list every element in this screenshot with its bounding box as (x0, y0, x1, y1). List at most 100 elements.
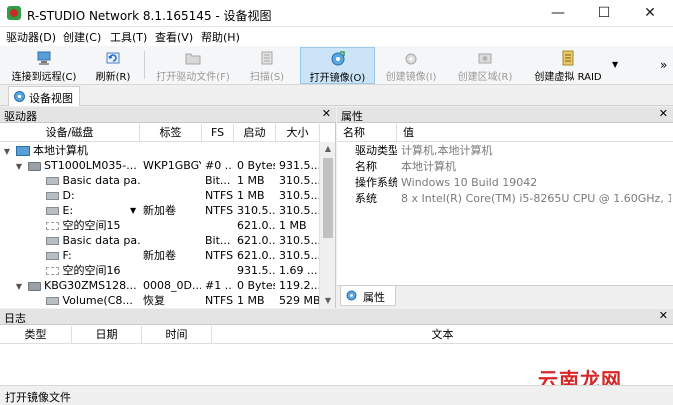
raid-icon (562, 50, 574, 66)
close-button[interactable]: ✕ (627, 0, 673, 27)
status-bar: 打开镜像文件 (0, 385, 673, 405)
row-size: 931.5... (279, 159, 319, 172)
tree-row-drive-f[interactable]: F: 新加卷 NTFS 621.0... 310.5... (0, 248, 320, 263)
partition-icon (46, 237, 59, 245)
menu-create[interactable]: 创建(C) (63, 29, 101, 45)
connect-remote-button[interactable]: 连接到远程(C) (4, 47, 84, 84)
col-prop-name[interactable]: 名称 (337, 124, 397, 142)
row-size: 1 MB (279, 219, 307, 232)
row-fs: #0 ... (205, 159, 233, 172)
create-image-icon (405, 53, 417, 65)
tree-row-empty-space-16[interactable]: 空的空间16 931.5... 1.69 ... (0, 263, 320, 278)
log-pane-title: 日志 (4, 312, 26, 325)
drives-pane: 驱动器 ✕ 设备/磁盘 标签 FS 启动 大小 ▼ 本地计算机 ▼ ST1000… (0, 107, 336, 308)
partition-icon (46, 177, 59, 185)
col-log-type[interactable]: 类型 (0, 326, 72, 344)
close-icon[interactable]: ✕ (322, 107, 331, 120)
create-region-button[interactable]: 创建区域(R) (452, 47, 518, 84)
col-start[interactable]: 启动 (234, 124, 276, 142)
properties-pane-header: 属性 ✕ (337, 107, 673, 123)
drives-scrollbar[interactable]: ▲ ▼ (319, 142, 335, 308)
tree-row-volume[interactable]: Volume(C8... 恢复 NTFS 1 MB 529 MB (0, 293, 320, 308)
document-tab-strip: 设备视图 (0, 85, 673, 106)
menu-help[interactable]: 帮助(H) (201, 29, 240, 45)
title-bar: R-STUDIO Network 8.1.165145 - 设备视图 — ☐ ✕ (0, 0, 673, 27)
prop-row-os[interactable]: 操作系统 Windows 10 Build 19042 (337, 175, 673, 190)
tree-row-local-computer[interactable]: ▼ 本地计算机 (0, 143, 320, 158)
create-region-label: 创建区域(R) (457, 72, 513, 83)
prop-name: 操作系统 (355, 176, 397, 189)
prop-name: 驱动类型 (355, 144, 397, 157)
scroll-up-icon[interactable]: ▲ (320, 142, 336, 156)
row-size: 1.69 ... (279, 264, 318, 277)
col-prop-value[interactable]: 值 (397, 124, 673, 142)
menu-view[interactable]: 查看(V) (155, 29, 193, 45)
tree-row-partition[interactable]: Basic data pa... Bit... 621.0... 310.5..… (0, 233, 320, 248)
raid-dropdown-icon[interactable]: ▼ (612, 60, 618, 69)
hard-disk-icon (27, 281, 41, 291)
row-name: Volume(C8... (62, 294, 133, 307)
tab-device-view[interactable]: 设备视图 (8, 86, 80, 106)
menu-bar: 驱动器(D) 创建(C) 工具(T) 查看(V) 帮助(H) (0, 27, 673, 46)
row-size: 310.5... (279, 234, 319, 247)
refresh-label: 刷新(R) (95, 72, 131, 83)
properties-pane-title: 属性 (341, 110, 363, 123)
tree-row-drive-e[interactable]: E: ▼ 新加卷 NTFS 310.5... 310.5... (0, 203, 320, 218)
tree-row-empty-space-15[interactable]: 空的空间15 621.0... 1 MB (0, 218, 320, 233)
scroll-thumb[interactable] (323, 158, 333, 238)
row-fs: Bit... (205, 234, 231, 247)
maximize-button[interactable]: ☐ (581, 0, 627, 27)
col-fs[interactable]: FS (202, 124, 234, 142)
tree-row-drive-d[interactable]: D: NTFS 1 MB 310.5... (0, 188, 320, 203)
prop-value: Windows 10 Build 19042 (401, 176, 538, 189)
dropdown-arrow-icon[interactable]: ▼ (130, 203, 140, 218)
close-icon[interactable]: ✕ (659, 309, 668, 322)
minimize-button[interactable]: — (535, 0, 581, 27)
refresh-button[interactable]: 刷新(R) (88, 47, 138, 84)
tab-properties[interactable]: 属性 (340, 286, 396, 306)
col-log-time[interactable]: 时间 (142, 326, 212, 344)
tree-row-disk-kbg30[interactable]: ▼ KBG30ZMS128... 0008_0D... #1 ... 0 Byt… (0, 278, 320, 293)
refresh-icon (106, 52, 120, 64)
close-icon[interactable]: ✕ (659, 107, 668, 120)
menu-drives[interactable]: 驱动器(D) (6, 29, 56, 45)
row-start: 1 MB (237, 294, 265, 307)
row-size: 119.2... (279, 279, 319, 292)
row-fs: NTFS (205, 204, 233, 217)
create-image-button[interactable]: 创建镜像(I) (378, 47, 444, 84)
open-image-button[interactable]: 打开镜像(O) (300, 47, 375, 84)
tree-row-partition[interactable]: Basic data pa... Bit... 1 MB 310.5... (0, 173, 320, 188)
col-log-date[interactable]: 日期 (72, 326, 142, 344)
prop-value: 8 x Intel(R) Core(TM) i5-8265U CPU @ 1.6… (401, 192, 671, 205)
row-size: 529 MB (279, 294, 319, 307)
menu-tools[interactable]: 工具(T) (110, 29, 147, 45)
col-size[interactable]: 大小 (276, 124, 320, 142)
col-log-text[interactable]: 文本 (212, 326, 673, 344)
col-label[interactable]: 标签 (140, 124, 202, 142)
collapse-icon[interactable]: ▼ (2, 144, 12, 158)
collapse-icon[interactable]: ▼ (14, 279, 24, 293)
toolbar-overflow-button[interactable]: » (660, 58, 667, 72)
open-drive-files-button[interactable]: 打开驱动文件(F) (150, 47, 236, 84)
row-name: KBG30ZMS128... (44, 279, 137, 292)
prop-row-system[interactable]: 系统 8 x Intel(R) Core(TM) i5-8265U CPU @ … (337, 191, 673, 206)
prop-value: 计算机,本地计算机 (401, 144, 493, 157)
toolbar-separator (144, 51, 145, 79)
col-device[interactable]: 设备/磁盘 (0, 124, 140, 142)
properties-tab-strip: 属性 (337, 285, 673, 308)
prop-row-name[interactable]: 名称 本地计算机 (337, 159, 673, 174)
row-name: D: (62, 189, 75, 202)
status-text: 打开镜像文件 (5, 391, 71, 404)
tree-row-disk-st1000[interactable]: ▼ ST1000LM035-... WKP1GBGY #0 ... 0 Byte… (0, 158, 320, 173)
create-raid-label: 创建虚拟 RAID (534, 72, 602, 83)
window-title: R-STUDIO Network 8.1.165145 - 设备视图 (27, 9, 272, 23)
scroll-down-icon[interactable]: ▼ (320, 294, 336, 308)
partition-icon (46, 252, 59, 260)
create-raid-button[interactable]: 创建虚拟 RAID (528, 47, 608, 84)
prop-row-drive-type[interactable]: 驱动类型 计算机,本地计算机 (337, 143, 673, 158)
partition-icon (46, 207, 59, 215)
scan-button[interactable]: 扫描(S) (242, 47, 292, 84)
row-label: 0008_0D... (143, 279, 201, 292)
app-icon (7, 6, 21, 20)
collapse-icon[interactable]: ▼ (14, 159, 24, 173)
